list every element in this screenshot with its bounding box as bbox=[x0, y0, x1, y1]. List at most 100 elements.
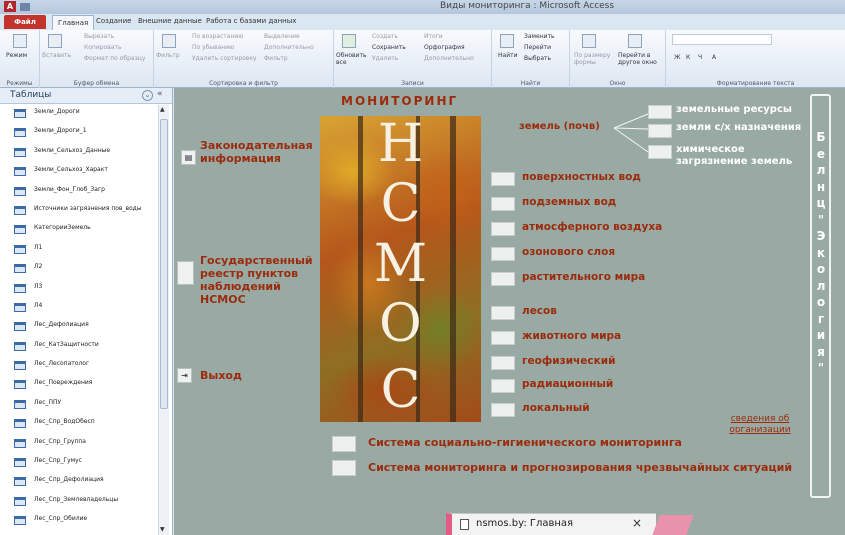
clear-sort-button[interactable]: Удалить сортировку bbox=[192, 55, 257, 62]
agricultural-land-button[interactable] bbox=[648, 124, 672, 138]
monitoring-type-button[interactable] bbox=[491, 172, 515, 186]
selection-button[interactable]: Выделение bbox=[264, 33, 300, 40]
cut-button[interactable]: Вырезать bbox=[84, 33, 114, 40]
spelling-button[interactable]: Орфография bbox=[424, 44, 465, 51]
access-icon[interactable]: A bbox=[4, 1, 16, 12]
monitoring-type-button[interactable] bbox=[491, 379, 515, 393]
social-hygiene-button[interactable] bbox=[332, 436, 356, 452]
totals-button[interactable]: Итоги bbox=[424, 33, 443, 40]
nav-table-item[interactable]: Л3 bbox=[0, 280, 158, 299]
nav-table-item[interactable]: Земли_Фон_Глоб_Загр bbox=[0, 183, 158, 202]
nav-table-item[interactable]: Земли_Сельхоз_Данные bbox=[0, 144, 158, 163]
monitoring-type-button[interactable] bbox=[491, 197, 515, 211]
chemical-pollution-button[interactable] bbox=[648, 145, 672, 159]
org-info-link[interactable]: сведения об организации bbox=[726, 414, 794, 436]
nav-table-item[interactable]: КатегорииЗемель bbox=[0, 221, 158, 240]
scroll-down-icon[interactable]: ▼ bbox=[160, 526, 165, 533]
scroll-up-icon[interactable]: ▲ bbox=[160, 106, 165, 113]
registry-label[interactable]: Государственный реестр пунктов наблюдени… bbox=[200, 254, 318, 306]
more-records-button[interactable]: Дополнительно bbox=[424, 55, 474, 62]
monitoring-type-button[interactable] bbox=[491, 403, 515, 417]
monitoring-type-label[interactable]: подземных вод bbox=[522, 196, 616, 209]
advanced-filter-button[interactable]: Дополнительно bbox=[264, 44, 314, 51]
tab-file[interactable]: Файл bbox=[4, 15, 46, 29]
italic-button[interactable]: К bbox=[686, 54, 690, 61]
emergency-system-button[interactable] bbox=[332, 460, 356, 476]
new-record-button[interactable]: Создать bbox=[372, 33, 398, 40]
tab-create[interactable]: Создание bbox=[96, 17, 131, 25]
monitoring-type-label[interactable]: геофизический bbox=[522, 355, 615, 368]
monitoring-type-button[interactable] bbox=[491, 272, 515, 286]
format-painter-button[interactable]: Формат по образцу bbox=[84, 55, 145, 62]
nav-table-item[interactable]: Лес_Спр_ВодОбесп bbox=[0, 415, 158, 434]
navigation-header[interactable]: Таблицы ⌄ « bbox=[0, 88, 172, 104]
monitoring-type-label[interactable]: радиационный bbox=[522, 378, 613, 391]
save-record-button[interactable]: Сохранить bbox=[372, 44, 406, 51]
nav-table-item[interactable]: Лес_Спр_Гумус bbox=[0, 454, 158, 473]
toggle-filter-button[interactable]: Фильтр bbox=[264, 55, 288, 62]
goto-button[interactable]: Перейти bbox=[524, 44, 551, 51]
nav-table-item[interactable]: Источники загрязнения пов_воды bbox=[0, 202, 158, 221]
find-button[interactable]: Найти bbox=[498, 52, 517, 59]
paste-button[interactable]: Вставить bbox=[42, 52, 71, 59]
monitoring-type-label[interactable]: животного мира bbox=[522, 330, 621, 343]
filter-button[interactable]: Фильтр bbox=[156, 52, 180, 59]
monitoring-type-label[interactable]: атмосферного воздуха bbox=[522, 221, 662, 234]
new-tab-button[interactable] bbox=[652, 515, 694, 535]
sort-asc-button[interactable]: По возрастанию bbox=[192, 33, 243, 40]
nav-table-item[interactable]: Лес_Спр_Обилие bbox=[0, 512, 158, 531]
emergency-system-label[interactable]: Система мониторинга и прогнозирования чр… bbox=[368, 461, 792, 474]
monitoring-type-label[interactable]: поверхностных вод bbox=[522, 171, 641, 184]
exit-button[interactable]: ⇥ bbox=[177, 368, 192, 383]
nav-table-item[interactable]: Лес_Спр_Землевладельцы bbox=[0, 493, 158, 512]
monitoring-type-button[interactable] bbox=[491, 356, 515, 370]
copy-button[interactable]: Копировать bbox=[84, 44, 121, 51]
view-button[interactable]: Режим bbox=[6, 52, 27, 59]
monitoring-type-button[interactable] bbox=[491, 306, 515, 320]
nav-table-item[interactable]: Земли_Дороги_1 bbox=[0, 124, 158, 143]
monitoring-type-label[interactable]: локальный bbox=[522, 402, 590, 415]
nav-table-item[interactable]: Земли_Дороги bbox=[0, 105, 158, 124]
nav-table-item[interactable]: Земли_Сельхоз_Характ bbox=[0, 163, 158, 182]
nav-table-item[interactable]: Лес_Повреждения bbox=[0, 376, 158, 395]
nav-table-item[interactable]: Л2 bbox=[0, 260, 158, 279]
tab-external-data[interactable]: Внешние данные bbox=[138, 17, 202, 25]
nav-table-item[interactable]: Лес_Спр_Дефолиация bbox=[0, 473, 158, 492]
switch-window-button[interactable]: Перейти в другое окно bbox=[618, 52, 664, 66]
agricultural-land-label[interactable]: земли с/х назначения bbox=[676, 122, 801, 134]
monitoring-type-button[interactable] bbox=[491, 331, 515, 345]
refresh-all-button[interactable]: Обновить все bbox=[336, 52, 366, 66]
monitoring-type-label[interactable]: озонового слоя bbox=[522, 246, 615, 259]
collapse-pane-icon[interactable]: « bbox=[157, 89, 163, 99]
chemical-pollution-label[interactable]: химическое загрязнение земель bbox=[676, 144, 808, 168]
close-icon[interactable]: × bbox=[632, 516, 642, 530]
nav-table-item[interactable]: Лес_Дефолиация bbox=[0, 318, 158, 337]
monitoring-type-button[interactable] bbox=[491, 247, 515, 261]
font-color-button[interactable]: А bbox=[712, 54, 716, 61]
tab-home[interactable]: Главная bbox=[52, 15, 95, 30]
sort-desc-button[interactable]: По убыванию bbox=[192, 44, 234, 51]
font-select[interactable] bbox=[672, 34, 772, 45]
nav-table-item[interactable]: Лес_Лесопатолог bbox=[0, 357, 158, 376]
scrollbar-thumb[interactable] bbox=[160, 119, 168, 409]
bold-button[interactable]: Ж bbox=[674, 54, 680, 61]
browser-tab[interactable]: nsmos.by: Главная × bbox=[446, 513, 656, 535]
land-resources-label[interactable]: земельные ресурсы bbox=[676, 104, 792, 116]
nav-table-item[interactable]: Лес_Спр_Группа bbox=[0, 435, 158, 454]
delete-record-button[interactable]: Удалить bbox=[372, 55, 398, 62]
tab-database-tools[interactable]: Работа с базами данных bbox=[206, 17, 296, 25]
legislation-label[interactable]: Законодательная информация bbox=[200, 139, 318, 165]
monitoring-type-label[interactable]: лесов bbox=[522, 305, 557, 318]
save-icon[interactable] bbox=[20, 3, 30, 11]
replace-button[interactable]: Заменить bbox=[524, 33, 555, 40]
select-button[interactable]: Выбрать bbox=[524, 55, 551, 62]
legislation-button[interactable]: ▤ bbox=[181, 150, 196, 165]
monitoring-type-button[interactable] bbox=[491, 222, 515, 236]
land-resources-button[interactable] bbox=[648, 105, 672, 119]
navigation-scrollbar[interactable]: ▲ ▼ bbox=[158, 105, 169, 535]
nav-table-item[interactable]: Лес_КатЗащитности bbox=[0, 338, 158, 357]
social-hygiene-label[interactable]: Система социально-гигиенического монитор… bbox=[368, 436, 682, 449]
nav-table-item[interactable]: Л1 bbox=[0, 241, 158, 260]
registry-button[interactable] bbox=[177, 261, 194, 285]
size-to-form-button[interactable]: По размеру формы bbox=[574, 52, 614, 66]
